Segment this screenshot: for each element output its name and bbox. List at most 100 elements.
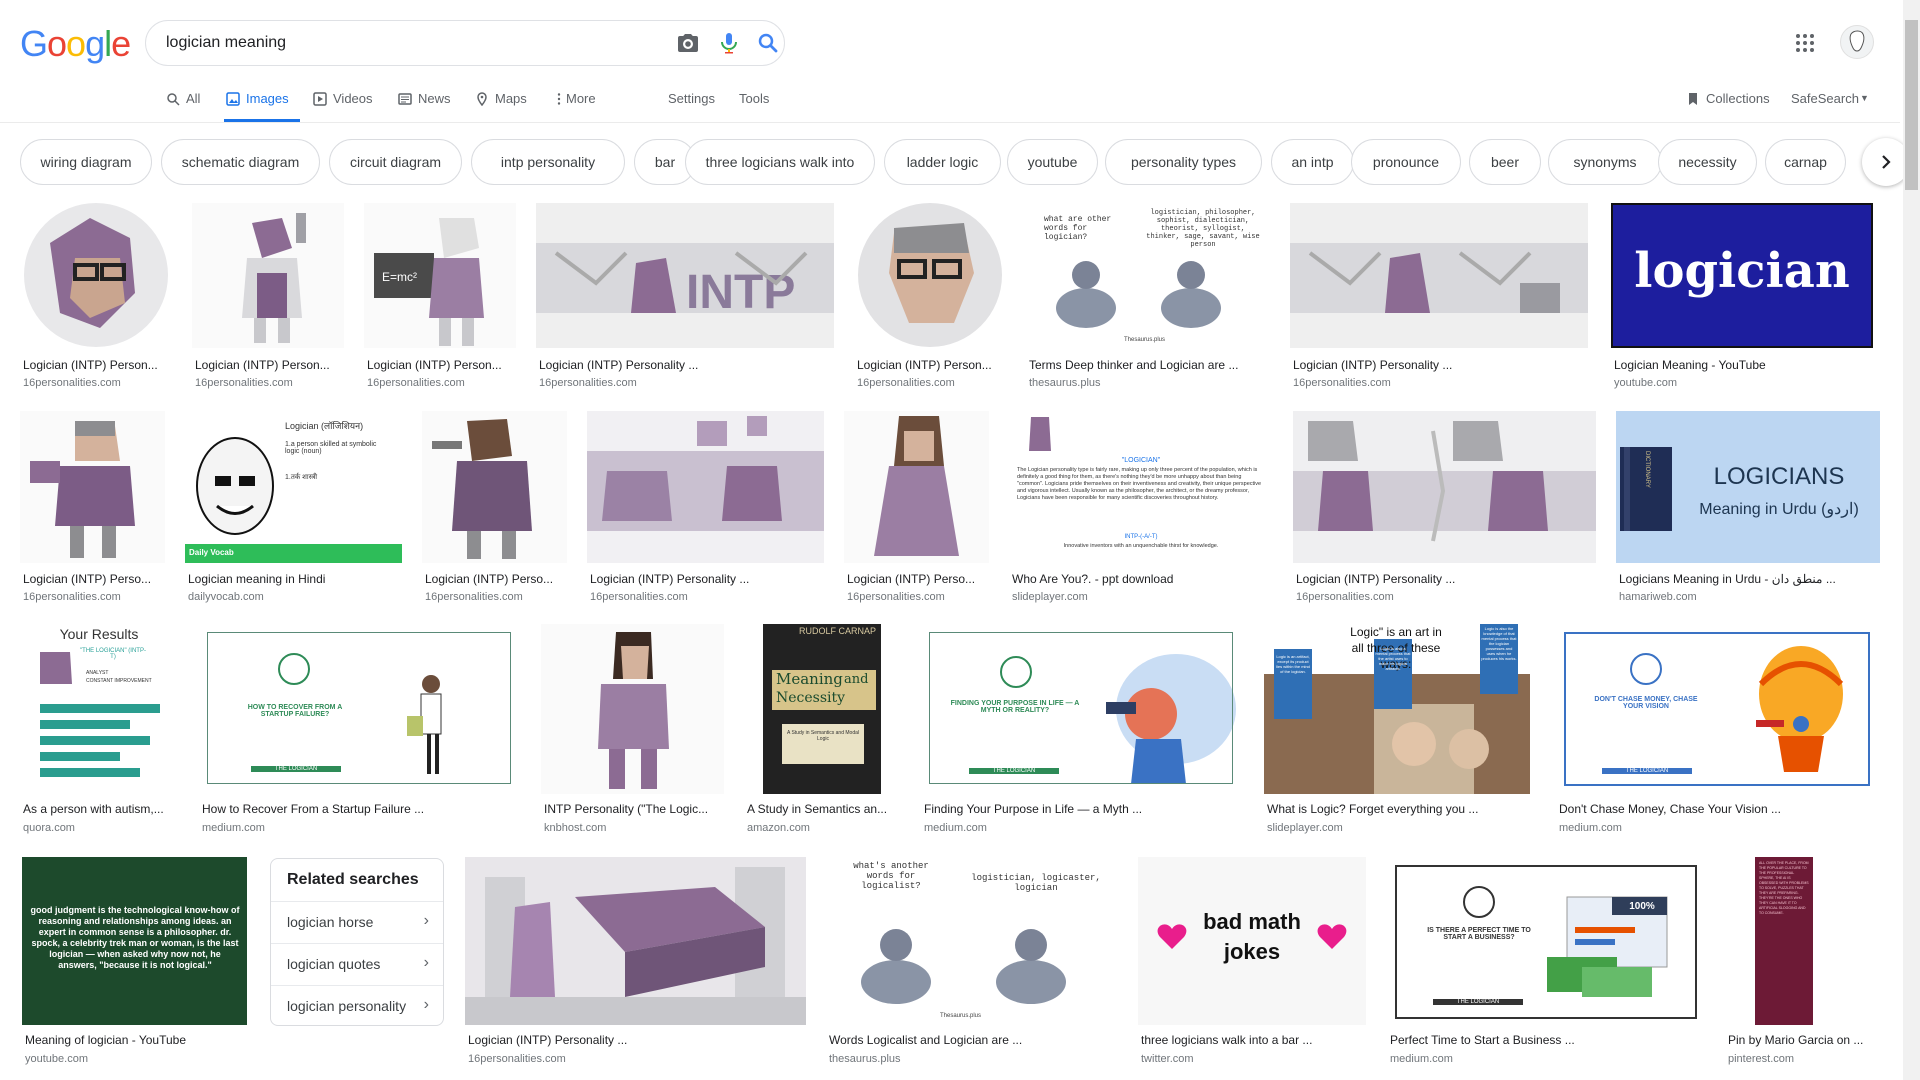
image-result[interactable]: bad math jokes three logicians walk into…	[1138, 857, 1366, 1071]
logician-portrait-image	[24, 203, 168, 347]
image-result[interactable]: INTP Personality ("The Logic... knbhost.…	[541, 624, 724, 838]
camera-icon[interactable]	[676, 31, 700, 55]
result-domain: quora.com	[23, 822, 75, 834]
safesearch-menu[interactable]: SafeSearch ▼	[1791, 86, 1869, 122]
chip[interactable]: intp personality	[471, 139, 625, 185]
search-icon[interactable]	[756, 31, 780, 55]
image-result[interactable]: Your Results "THE LOGICIAN" (INTP-T) ANA…	[20, 624, 180, 838]
related-searches-heading: Related searches	[287, 871, 419, 888]
thumb-text: Meaning in Urdu (اردو)	[1699, 501, 1859, 518]
image-result[interactable]: E=mc² Logician (INTP) Person... 16person…	[364, 203, 516, 391]
image-result[interactable]: Logic" is an art in all three of these w…	[1264, 624, 1530, 838]
chip[interactable]: three logicians walk into	[685, 139, 875, 185]
image-result[interactable]: "LOGICIAN" The Logician personality type…	[1009, 411, 1273, 609]
apps-grid-icon[interactable]	[1795, 33, 1815, 53]
image-result[interactable]: FINDING YOUR PURPOSE IN LIFE — A MYTH OR…	[921, 624, 1243, 838]
account-avatar[interactable]	[1840, 25, 1874, 59]
thumb-text: Thesaurus.plus	[1124, 337, 1166, 343]
logo-letter: e	[111, 23, 131, 64]
result-domain: 16personalities.com	[23, 377, 121, 389]
chevron-right-icon: ›	[423, 912, 429, 929]
collections-link[interactable]: Collections	[1686, 86, 1770, 122]
thumbnail: Logic" is an art in all three of these w…	[1264, 624, 1530, 794]
chip[interactable]: youtube	[1007, 139, 1098, 185]
tab-more[interactable]: More	[552, 86, 596, 122]
image-result[interactable]: what are other words for logician? logis…	[1026, 203, 1270, 391]
image-result[interactable]: DICTIONARY LOGICIANS Meaning in Urdu (ار…	[1616, 411, 1880, 609]
result-title: Finding Your Purpose in Life — a Myth ..…	[924, 802, 1143, 816]
image-result[interactable]: Logician (INTP) Person... 16personalitie…	[20, 203, 172, 391]
result-title: Logician (INTP) Perso...	[425, 572, 554, 586]
thumbnail	[541, 624, 724, 794]
image-result[interactable]: what's another words for logicalist? log…	[826, 857, 1116, 1071]
result-title: Logician (INTP) Personality ...	[590, 572, 750, 586]
image-result[interactable]: Logician (INTP) Personality ... 16person…	[1293, 411, 1596, 609]
result-domain: twitter.com	[1141, 1053, 1194, 1065]
related-search-item[interactable]: logician horse ›	[271, 901, 443, 943]
chip[interactable]: an intp	[1271, 139, 1354, 185]
image-result[interactable]: good judgment is the technological know-…	[22, 857, 247, 1071]
image-result[interactable]: Logician (INTP) Perso... 16personalities…	[844, 411, 989, 609]
chip[interactable]: circuit diagram	[329, 139, 462, 185]
image-result[interactable]: RUDOLF CARNAP Meaning and Necessity A St…	[744, 624, 900, 838]
result-title: Logician (INTP) Perso...	[23, 572, 152, 586]
thumb-text: Necessity	[776, 690, 846, 706]
image-result[interactable]: DON'T CHASE MONEY, CHASE YOUR VISION THE…	[1556, 624, 1879, 838]
thumb-text: logistician, philosopher, sophist, diale…	[1146, 209, 1260, 249]
tab-images[interactable]: Images	[224, 86, 300, 122]
result-domain: medium.com	[1559, 822, 1622, 834]
chip[interactable]: pronounce	[1351, 139, 1461, 185]
result-title: Meaning of logician - YouTube	[25, 1033, 187, 1047]
google-logo[interactable]: Google	[20, 23, 131, 64]
image-result[interactable]: Logician (INTP) Personality ... 16person…	[587, 411, 824, 609]
image-result[interactable]: Logician (INTP) Perso... 16personalities…	[422, 411, 567, 609]
image-result[interactable]: Logician (लॉजिशियन) 1.a person skilled a…	[185, 411, 402, 609]
result-title: Logician meaning in Hindi	[188, 572, 326, 586]
chip[interactable]: necessity	[1658, 139, 1757, 185]
chip[interactable]: carnap	[1765, 139, 1846, 185]
image-result[interactable]: HOW TO RECOVER FROM A STARTUP FAILURE? T…	[199, 624, 521, 838]
result-domain: youtube.com	[1614, 377, 1677, 389]
image-result[interactable]: Logician (INTP) Perso... 16personalities…	[20, 411, 165, 609]
related-search-item[interactable]: logician quotes ›	[271, 943, 443, 985]
thumb-text: Logic is an artifact, except its product…	[1276, 654, 1310, 674]
tab-videos[interactable]: Videos	[313, 86, 373, 122]
chip[interactable]: wiring diagram	[20, 139, 152, 185]
result-title: Logician (INTP) Perso...	[847, 572, 976, 586]
image-result[interactable]: INTP Logician (INTP) Personality ... 16p…	[536, 203, 834, 391]
image-result[interactable]: 100% IS THERE A PERFECT TIME TO START A …	[1387, 857, 1704, 1071]
image-result[interactable]: Logician (INTP) Person... 16personalitie…	[192, 203, 344, 391]
image-result[interactable]: Logician (INTP) Personality ... 16person…	[1290, 203, 1588, 391]
tab-tools[interactable]: Tools	[739, 86, 769, 122]
scrollbar-thumb[interactable]	[1905, 20, 1918, 190]
result-title: As a person with autism,...	[23, 802, 164, 816]
result-title: Who Are You?. - ppt download	[1012, 572, 1174, 586]
microphone-icon[interactable]	[717, 31, 741, 55]
related-search-item[interactable]: logician personality ›	[271, 985, 443, 1027]
image-result[interactable]: Logician (INTP) Person... 16personalitie…	[854, 203, 1006, 391]
logician-laptop-image	[30, 421, 135, 558]
chip[interactable]: schematic diagram	[161, 139, 320, 185]
image-result[interactable]: Logician (INTP) Personality ... 16person…	[465, 857, 806, 1071]
chip[interactable]: personality types	[1105, 139, 1262, 185]
tab-all[interactable]: All	[166, 86, 200, 122]
tab-settings[interactable]: Settings	[668, 86, 715, 122]
image-result[interactable]: ALL OVER THE PLACE, FROM THE POPULAR CUL…	[1725, 857, 1885, 1071]
chip[interactable]: beer	[1469, 139, 1541, 185]
svg-text:INTP: INTP	[686, 266, 795, 319]
result-title: What is Logic? Forget everything you ...	[1267, 802, 1479, 816]
image-result[interactable]: logician Logician Meaning - YouTube yout…	[1611, 203, 1873, 391]
thumb-text: and	[844, 672, 869, 687]
logo-letter: l	[104, 23, 112, 64]
tab-news[interactable]: News	[398, 86, 451, 122]
thumb-text: HOW TO RECOVER FROM A STARTUP FAILURE?	[247, 704, 343, 718]
thumbnail: good judgment is the technological know-…	[22, 857, 247, 1025]
result-domain: 16personalities.com	[590, 591, 688, 603]
result-domain: 16personalities.com	[857, 377, 955, 389]
chip[interactable]: synonyms	[1548, 139, 1662, 185]
tab-maps[interactable]: Maps	[475, 86, 527, 122]
result-domain: youtube.com	[25, 1053, 88, 1065]
search-input[interactable]	[166, 21, 646, 65]
chip[interactable]: ladder logic	[884, 139, 1001, 185]
result-title: Logician (INTP) Person...	[23, 358, 158, 372]
